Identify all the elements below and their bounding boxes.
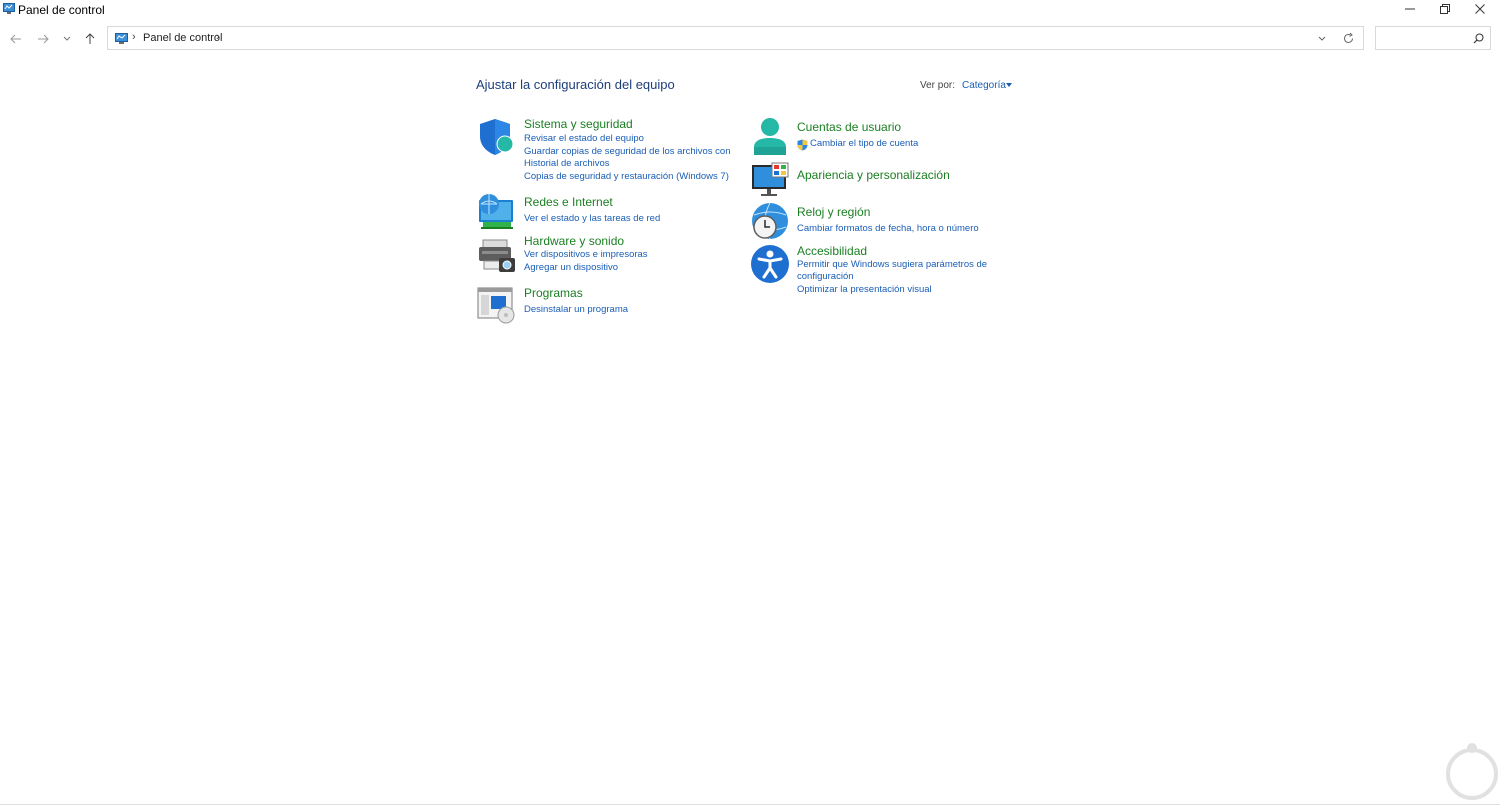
uac-shield-icon xyxy=(797,139,808,151)
arrow-left-icon xyxy=(10,34,21,44)
title-bar: Panel de control xyxy=(0,0,1500,20)
control-panel-icon xyxy=(115,33,128,44)
logo-watermark-icon xyxy=(1446,743,1498,800)
link-uninstall-program[interactable]: Desinstalar un programa xyxy=(524,304,628,316)
close-button[interactable] xyxy=(1462,0,1498,18)
chevron-down-icon[interactable] xyxy=(1317,34,1327,44)
arrow-up-icon xyxy=(85,33,95,44)
link-windows-suggest-settings[interactable]: Permitir que Windows sugiera parámetros … xyxy=(797,259,987,271)
breadcrumb-item[interactable]: Panel de control xyxy=(143,32,223,44)
window-bottom-border xyxy=(0,804,1500,805)
link-network-status[interactable]: Ver el estado y las tareas de red xyxy=(524,213,660,225)
user-icon[interactable] xyxy=(750,117,790,157)
restore-icon xyxy=(1440,4,1450,14)
programs-window-icon[interactable] xyxy=(477,285,517,325)
back-button[interactable] xyxy=(8,31,24,47)
minimize-button[interactable] xyxy=(1392,0,1428,18)
clock-globe-icon[interactable] xyxy=(750,201,790,241)
minimize-icon xyxy=(1405,8,1415,10)
search-icon xyxy=(1473,33,1484,44)
up-button[interactable] xyxy=(82,31,98,47)
monitor-palette-icon[interactable] xyxy=(750,161,790,201)
category-title-user-accounts[interactable]: Cuentas de usuario xyxy=(797,120,901,134)
link-configuration[interactable]: configuración xyxy=(797,271,854,283)
forward-button[interactable] xyxy=(35,31,51,47)
link-review-status[interactable]: Revisar el estado del equipo xyxy=(524,133,644,145)
search-input[interactable] xyxy=(1375,26,1491,50)
address-bar[interactable]: › Panel de control › xyxy=(107,26,1364,50)
refresh-icon[interactable] xyxy=(1342,32,1355,45)
link-optimize-visual-display[interactable]: Optimizar la presentación visual xyxy=(797,284,932,296)
category-title-programs[interactable]: Programas xyxy=(524,286,583,300)
breadcrumb-separator-icon[interactable]: › xyxy=(132,31,136,43)
breadcrumb-separator-icon[interactable]: › xyxy=(216,31,220,43)
window-title: Panel de control xyxy=(18,3,105,17)
link-change-formats[interactable]: Cambiar formatos de fecha, hora o número xyxy=(797,223,979,235)
close-icon xyxy=(1475,4,1485,14)
category-title-accessibility[interactable]: Accesibilidad xyxy=(797,244,867,258)
category-title-system-security[interactable]: Sistema y seguridad xyxy=(524,117,633,131)
accessibility-icon[interactable] xyxy=(750,244,790,284)
category-title-hardware-sound[interactable]: Hardware y sonido xyxy=(524,234,624,248)
restore-button[interactable] xyxy=(1427,0,1463,18)
printer-camera-icon[interactable] xyxy=(477,236,517,276)
link-backup-restore[interactable]: Copias de seguridad y restauración (Wind… xyxy=(524,171,729,183)
view-by-dropdown[interactable]: Categoría xyxy=(962,80,1006,91)
link-view-devices[interactable]: Ver dispositivos e impresoras xyxy=(524,249,648,261)
caret-down-icon[interactable] xyxy=(1006,83,1012,87)
link-file-history[interactable]: Historial de archivos xyxy=(524,158,610,170)
network-globe-icon[interactable] xyxy=(477,192,517,232)
view-by-label: Ver por: xyxy=(920,80,956,91)
control-panel-icon xyxy=(3,3,15,14)
category-title-network[interactable]: Redes e Internet xyxy=(524,195,613,209)
chevron-down-icon xyxy=(63,36,71,41)
link-change-account-type[interactable]: Cambiar el tipo de cuenta xyxy=(810,138,918,150)
page-title: Ajustar la configuración del equipo xyxy=(476,77,675,92)
link-add-device[interactable]: Agregar un dispositivo xyxy=(524,262,618,274)
category-title-appearance[interactable]: Apariencia y personalización xyxy=(797,168,950,182)
recent-locations-button[interactable] xyxy=(59,31,75,47)
arrow-right-icon xyxy=(38,34,49,44)
category-title-clock-region[interactable]: Reloj y región xyxy=(797,205,870,219)
shield-icon[interactable] xyxy=(477,117,517,157)
link-backup-file-history[interactable]: Guardar copias de seguridad de los archi… xyxy=(524,146,730,158)
